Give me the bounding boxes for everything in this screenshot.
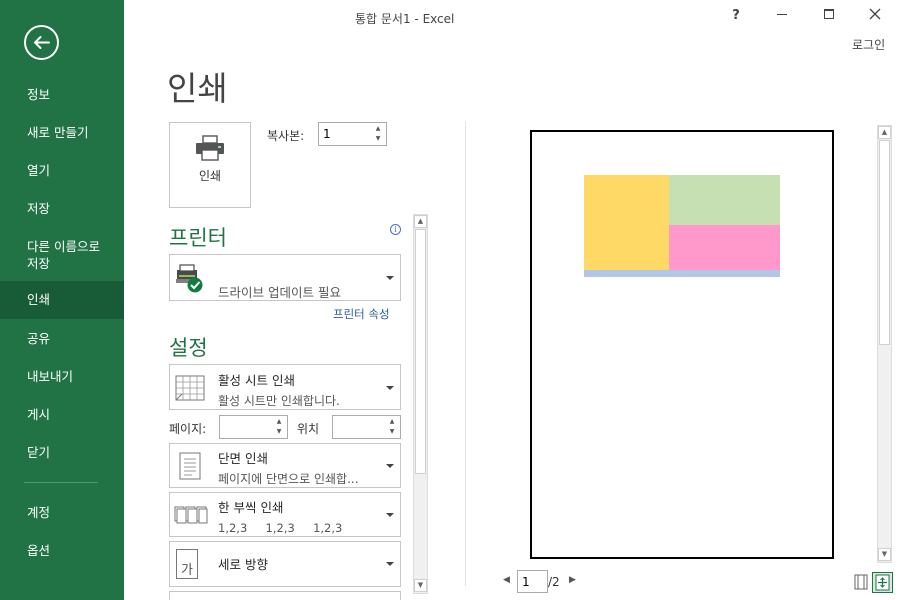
preview-scrollbar[interactable]: ▲ ▼ [877, 125, 892, 563]
nav-export[interactable]: 내보내기 [0, 368, 124, 385]
copies-label: 복사본: [267, 129, 305, 143]
page-title: 인쇄 [167, 69, 228, 108]
preview-block-pink [669, 225, 780, 270]
page-total: /2 [548, 575, 560, 589]
nav-save-as[interactable]: 다른 이름으로 저장 [0, 238, 124, 272]
nav-info[interactable]: 정보 [0, 86, 124, 103]
panel-separator [465, 122, 466, 586]
collate-sub: 1,2,3 1,2,3 1,2,3 [218, 521, 343, 535]
collate-main: 한 부씩 인쇄 [218, 500, 284, 515]
scroll-up-icon[interactable]: ▲ [414, 215, 427, 228]
pages-label: 페이지: [169, 422, 207, 436]
preview-scroll-thumb[interactable] [879, 140, 890, 345]
printer-icon [196, 135, 224, 161]
next-page-icon[interactable]: ▶ [569, 575, 576, 585]
printer-ready-icon [176, 264, 203, 293]
pages-from-input[interactable]: ▲ ▼ [219, 415, 288, 439]
info-icon[interactable]: i [390, 224, 401, 235]
portrait-icon-glyph: 가 [181, 563, 193, 578]
preview-block-blue [584, 270, 780, 277]
close-icon [869, 8, 881, 20]
zoom-page-icon [875, 574, 890, 591]
printer-heading: 프린터 [169, 226, 227, 250]
print-button-label: 인쇄 [198, 169, 222, 183]
collated-icon [174, 506, 208, 524]
print-sides-dropdown[interactable]: 단면 인쇄 페이지에 단면으로 인쇄합... [169, 443, 401, 488]
chevron-down-icon [386, 562, 394, 566]
nav-options[interactable]: 옵션 [0, 542, 124, 559]
page-number-box[interactable] [517, 570, 548, 593]
nav-divider [24, 482, 98, 483]
spin-down-icon[interactable]: ▼ [273, 427, 285, 437]
zoom-to-page-button[interactable] [872, 572, 893, 593]
page-number-input[interactable] [518, 572, 545, 592]
spin-down-icon[interactable]: ▼ [386, 427, 398, 437]
show-margins-button[interactable] [853, 574, 869, 590]
chevron-down-icon [386, 513, 394, 517]
orientation-main: 세로 방향 [218, 557, 268, 572]
nav-close[interactable]: 닫기 [0, 444, 124, 461]
print-scope-dropdown[interactable]: 활성 시트 인쇄 활성 시트만 인쇄합니다. [169, 364, 401, 410]
chevron-down-icon [386, 386, 394, 390]
print-scope-main: 활성 시트 인쇄 [218, 373, 295, 388]
chevron-down-icon [386, 276, 394, 280]
nav-save[interactable]: 저장 [0, 200, 124, 217]
spin-down-icon[interactable]: ▼ [372, 134, 384, 144]
maximize-button[interactable] [817, 6, 841, 26]
portrait-icon: 가 [176, 549, 198, 579]
margins-icon [854, 574, 868, 590]
collate-dropdown[interactable]: 한 부씩 인쇄 1,2,3 1,2,3 1,2,3 [169, 492, 401, 537]
copies-stepper[interactable]: ▲ ▼ [318, 122, 387, 146]
scroll-up-icon[interactable]: ▲ [878, 126, 891, 139]
back-button[interactable] [24, 25, 59, 60]
window-title: 통합 문서1 - Excel [355, 12, 455, 26]
maximize-icon [824, 9, 834, 19]
back-arrow-icon [34, 36, 50, 49]
spin-up-icon[interactable]: ▲ [386, 417, 398, 427]
backstage-sidebar: 정보 새로 만들기 열기 저장 다른 이름으로 저장 인쇄 공유 내보내기 게시… [0, 0, 124, 600]
close-window-button[interactable] [863, 6, 887, 26]
print-scope-sub: 활성 시트만 인쇄합니다. [218, 394, 340, 408]
nav-publish[interactable]: 게시 [0, 406, 124, 423]
print-preview-page [530, 130, 834, 559]
printer-dropdown[interactable]: 드라이브 업데이트 필요 [169, 254, 401, 301]
prev-page-icon[interactable]: ◀ [503, 575, 510, 585]
minimize-button[interactable] [770, 6, 794, 26]
minimize-icon [777, 14, 787, 15]
scroll-down-icon[interactable]: ▼ [414, 579, 427, 592]
orientation-dropdown[interactable]: 가 세로 방향 [169, 541, 401, 587]
chevron-down-icon [386, 464, 394, 468]
print-sides-main: 단면 인쇄 [218, 451, 268, 466]
copies-input[interactable] [323, 126, 367, 142]
nav-share[interactable]: 공유 [0, 330, 124, 347]
printer-properties-link[interactable]: 프린터 속성 [333, 306, 390, 322]
printer-status: 드라이브 업데이트 필요 [218, 285, 341, 300]
print-sides-sub: 페이지에 단면으로 인쇄합... [218, 472, 359, 486]
nav-print[interactable]: 인쇄 [0, 281, 124, 319]
single-sided-icon [179, 452, 201, 480]
print-button[interactable]: 인쇄 [169, 122, 251, 208]
settings-heading: 설정 [169, 336, 208, 360]
spin-up-icon[interactable]: ▲ [372, 124, 384, 134]
sheet-grid-icon [175, 375, 205, 401]
nav-open[interactable]: 열기 [0, 162, 124, 179]
login-link[interactable]: 로그인 [852, 36, 885, 53]
preview-block-yellow [584, 175, 669, 270]
nav-account[interactable]: 계정 [0, 504, 124, 521]
nav-new[interactable]: 새로 만들기 [0, 124, 124, 141]
spin-up-icon[interactable]: ▲ [273, 417, 285, 427]
help-button[interactable]: ? [724, 6, 748, 26]
settings-scrollbar[interactable]: ▲ ▼ [413, 214, 428, 594]
pages-to-input[interactable]: ▲ ▼ [332, 415, 401, 439]
paper-size-dropdown[interactable] [169, 591, 401, 600]
preview-block-green [669, 175, 780, 225]
settings-scroll-thumb[interactable] [415, 229, 426, 474]
scroll-down-icon[interactable]: ▼ [878, 548, 891, 561]
pages-to-label: 위치 [297, 422, 320, 436]
